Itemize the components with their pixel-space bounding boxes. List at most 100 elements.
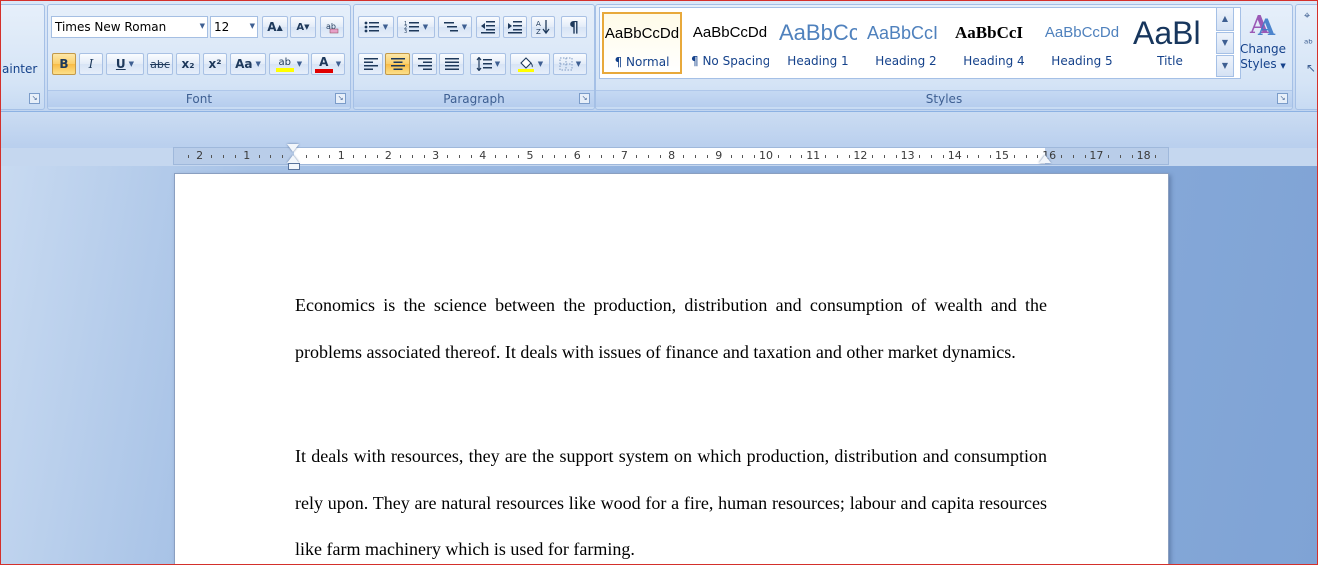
style-name: Title [1157,54,1183,68]
numbering-button[interactable]: 1 2 3 ▼ [397,16,435,38]
quick-styles-gallery: AaBbCcDd ¶ Normal AaBbCcDd ¶ No Spacing … [599,7,1241,79]
align-left-button[interactable] [358,53,383,75]
format-painter-button[interactable]: ainter [2,62,37,76]
font-size-combo[interactable]: 12 ▼ [210,16,258,38]
borders-button[interactable]: ▼ [553,53,587,75]
increase-indent-button[interactable] [503,16,527,38]
align-center-button[interactable] [385,53,410,75]
style-no-spacing[interactable]: AaBbCcDd ¶ No Spacing [690,12,770,74]
chevron-down-icon[interactable]: ▼ [250,22,255,30]
line-spacing-button[interactable]: ▼ [470,53,506,75]
editing-group: ⌖ ᵃᵇ ↖ [1295,4,1317,110]
font-color-button[interactable]: A ▼ [311,53,345,75]
gallery-scroll-down-icon[interactable]: ▼ [1216,32,1234,54]
hanging-indent-marker[interactable] [287,155,299,163]
style-heading-1[interactable]: AaBbCc Heading 1 [778,12,858,74]
chevron-down-icon[interactable]: ▼ [538,60,543,68]
chevron-down-icon[interactable]: ▼ [200,22,205,30]
svg-text:A: A [536,20,541,28]
change-styles-button[interactable]: A A Change Styles ▼ [1239,9,1287,89]
italic-button[interactable]: I [79,53,103,75]
chevron-down-icon[interactable]: ▼ [576,60,581,68]
ruler-tick [376,155,378,158]
align-right-button[interactable] [412,53,437,75]
chevron-down-icon[interactable]: ▼ [297,60,302,68]
chevron-down-icon[interactable]: ▼ [383,23,388,31]
bullets-icon [364,21,379,33]
multilevel-list-button[interactable]: ▼ [438,16,472,38]
find-icon[interactable]: ⌖ [1304,9,1310,23]
gallery-more-icon[interactable]: ▼ [1216,55,1234,77]
chevron-down-icon[interactable]: ▼ [495,60,500,68]
superscript-button[interactable]: x² [203,53,227,75]
ruler-tick [506,155,508,158]
ruler-tick [471,155,472,158]
clear-formatting-button[interactable]: ab [320,16,344,38]
italic-icon: I [88,57,94,71]
ruler-number: 14 [947,149,962,162]
style-normal[interactable]: AaBbCcDd ¶ Normal [602,12,682,74]
ruler-tick [282,155,284,158]
ribbon-bottom-band [1,112,1317,148]
chevron-down-icon[interactable]: ▼ [129,60,134,68]
change-styles-label-text: Styles [1240,57,1277,71]
gallery-scroll-up-icon[interactable]: ▲ [1216,7,1234,31]
bullets-button[interactable]: ▼ [358,16,394,38]
strikethrough-button[interactable]: abc [147,53,173,75]
ruler-tick [423,155,425,158]
font-dialog-launcher-icon[interactable]: ↘ [335,93,346,104]
underline-button[interactable]: U ▼ [106,53,144,75]
align-left-icon [363,58,378,70]
chevron-down-icon[interactable]: ▼ [336,60,341,68]
select-icon[interactable]: ↖ [1306,61,1316,75]
horizontal-ruler[interactable]: 2 1 1 2 3 4 5 6 7 8 9 10 11 12 13 14 15 16 17 18 [173,147,1169,165]
ruler-tick [730,155,732,158]
underline-icon: U [115,57,126,71]
subscript-button[interactable]: x₂ [176,53,200,75]
left-indent-marker[interactable] [288,163,300,170]
chevron-down-icon[interactable]: ▼ [256,60,261,68]
replace-icon[interactable]: ᵃᵇ [1304,37,1313,50]
right-indent-marker[interactable] [1039,155,1051,163]
ruler-tick [353,155,354,158]
change-case-icon: Aa [235,57,253,71]
first-line-indent-marker[interactable] [287,144,299,152]
ruler-tick [895,155,897,158]
chevron-down-icon[interactable]: ▼ [462,23,467,31]
shading-button[interactable]: ▼ [510,53,550,75]
ruler-tick [777,155,779,158]
ruler-tick [1084,155,1086,158]
shrink-font-button[interactable]: A ▼ [290,16,316,38]
svg-text:A: A [1257,15,1276,39]
chevron-down-icon[interactable]: ▼ [423,23,428,31]
grow-font-button[interactable]: A ▲ [262,16,288,38]
ruler-tick [447,155,449,158]
ruler-number: 13 [900,149,915,162]
ruler-tick [683,155,685,158]
styles-dialog-launcher-icon[interactable]: ↘ [1277,93,1288,104]
font-name-combo[interactable]: Times New Roman ▼ [51,16,208,38]
bold-button[interactable]: B [52,53,76,75]
style-sample: AaBbCcI [867,23,939,43]
ruler-tick [648,155,649,158]
highlight-button[interactable]: ab ▼ [269,53,309,75]
style-title[interactable]: AaBl Title [1130,12,1210,74]
justify-button[interactable] [439,53,464,75]
ruler-tick [1155,155,1157,158]
change-styles-icon: A A [1249,10,1276,41]
style-heading-5[interactable]: AaBbCcDd Heading 5 [1042,12,1122,74]
clipboard-launcher-icon[interactable]: ↘ [29,93,40,104]
paragraph-dialog-launcher-icon[interactable]: ↘ [579,93,590,104]
document-paragraph-2[interactable]: It deals with resources, they are the su… [295,433,1047,564]
sort-button[interactable]: AZ [531,16,555,38]
chevron-down-icon[interactable]: ▼ [1280,62,1285,70]
document-paragraph-1[interactable]: Economics is the science between the pro… [295,282,1047,375]
change-case-button[interactable]: Aa ▼ [230,53,266,75]
multilevel-list-icon [443,22,458,32]
document-page[interactable]: Economics is the science between the pro… [174,173,1169,564]
decrease-indent-button[interactable] [476,16,500,38]
style-heading-2[interactable]: AaBbCcI Heading 2 [866,12,946,74]
show-marks-button[interactable]: ¶ [561,16,587,38]
style-heading-4[interactable]: AaBbCcI Heading 4 [954,12,1034,74]
numbering-icon: 1 2 3 [404,21,419,34]
